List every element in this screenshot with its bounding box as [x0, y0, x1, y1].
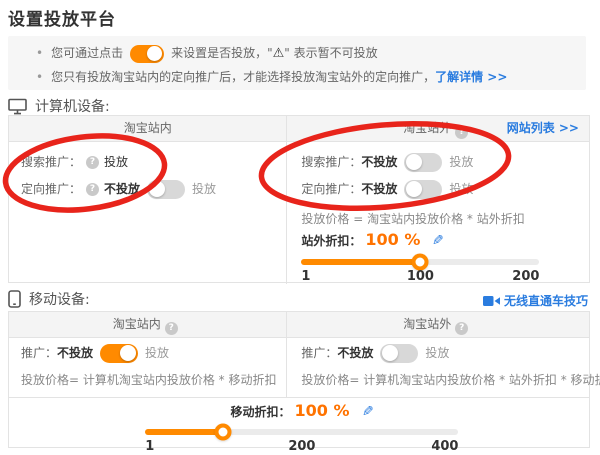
toggle-knob — [406, 154, 422, 170]
computer-outside-targeted-row: 定向推广：不投放投放 — [301, 179, 575, 199]
computer-inside-search-row: 搜索推广：投放 — [21, 152, 274, 172]
outside-price-formula: 投放价格 = 淘宝站内投放价格 * 站外折扣 — [301, 211, 575, 227]
computer-outside-targeted-toggle[interactable] — [404, 180, 442, 199]
notice-line-1: • 您可通过点击 来设置是否投放，"⚠" 表示暂不可投放 — [8, 41, 586, 65]
header-taobao-outside: 淘宝站外 网站列表 >> — [287, 116, 589, 141]
computer-inside-targeted-toggle[interactable] — [147, 180, 185, 199]
warning-icon: ⚠ — [273, 46, 285, 61]
page-title: 设置投放平台 — [8, 5, 116, 30]
mobile-table: 淘宝站内 淘宝站外 推广：不投放投放 投放价格= 计算机淘宝站内投放价格 * 移… — [8, 311, 590, 448]
mobile-discount-slider[interactable] — [145, 429, 458, 435]
slider-labels: 1 200 400 — [145, 439, 458, 455]
slider-labels: 1 100 200 — [301, 269, 539, 285]
help-icon[interactable] — [86, 183, 99, 196]
computer-outside-search-row: 搜索推广：不投放投放 — [301, 152, 575, 172]
search-state: 投放 — [104, 152, 128, 172]
computer-table-header: 淘宝站内 淘宝站外 网站列表 >> — [9, 116, 589, 142]
computer-outside-cell: 搜索推广：不投放投放 定向推广：不投放投放 投放价格 = 淘宝站内投放价格 * … — [287, 142, 589, 284]
bullet-icon: • — [36, 41, 43, 65]
targeted-state-off: 不投放 — [104, 179, 140, 199]
toggle-knob — [149, 181, 165, 197]
slider-fill — [145, 429, 223, 435]
targeted-state-on: 投放 — [192, 179, 216, 199]
header-taobao-inside: 淘宝站内 — [9, 116, 287, 141]
mobile-discount-band: 移动折扣：100 %✎ 1 200 400 — [9, 397, 589, 448]
mobile-inside-price-formula: 投放价格= 计算机淘宝站内投放价格 * 移动折扣 — [21, 372, 274, 388]
outside-discount-slider[interactable] — [301, 259, 539, 265]
notice-line-2: • 您只有投放淘宝站内的定向推广后，才能选择投放淘宝站外的定向推广，了解详情 >> — [8, 65, 586, 89]
toggle-knob — [406, 181, 422, 197]
toggle-example[interactable] — [130, 45, 164, 63]
outside-discount-value: 100 % — [365, 230, 420, 249]
outside-discount-line: 站外折扣：100 %✎ — [301, 229, 575, 251]
mobile-outside-price-formula: 投放价格= 计算机淘宝站内投放价格 * 站外折扣 * 移动折扣 — [301, 372, 600, 388]
notice-text: " 表示暂不可投放 — [284, 46, 377, 60]
notice-text: 来设置是否投放，" — [171, 46, 273, 60]
toggle-knob — [120, 345, 136, 361]
notice-box: • 您可通过点击 来设置是否投放，"⚠" 表示暂不可投放 • 您只有投放淘宝站内的定向… — [8, 36, 586, 90]
toggle-knob — [147, 46, 162, 61]
mobile-discount-line: 移动折扣：100 %✎ — [145, 400, 458, 422]
mobile-table-body: 推广：不投放投放 投放价格= 计算机淘宝站内投放价格 * 移动折扣 推广：不投放… — [9, 338, 589, 397]
computer-section-header: 计算机设备: — [8, 96, 110, 116]
help-icon[interactable] — [86, 156, 99, 169]
computer-inside-cell: 搜索推广：投放 定向推广：不投放投放 — [9, 142, 287, 284]
mobile-outside-promo-row: 推广：不投放投放 — [301, 343, 600, 363]
toggle-knob — [382, 345, 398, 361]
help-icon[interactable] — [455, 322, 468, 335]
help-icon[interactable] — [455, 126, 468, 139]
outside-discount-slider-wrap: 1 100 200 — [301, 259, 539, 285]
wireless-tips-link[interactable]: 无线直通车技巧 — [483, 292, 588, 309]
computer-table: 淘宝站内 淘宝站外 网站列表 >> 搜索推广：投放 定向推广：不投放投放 搜索推… — [8, 115, 590, 283]
edit-icon[interactable]: ✎ — [432, 230, 444, 252]
slider-fill — [301, 259, 419, 265]
mobile-inside-cell: 推广：不投放投放 投放价格= 计算机淘宝站内投放价格 * 移动折扣 — [9, 338, 287, 397]
edit-icon[interactable]: ✎ — [362, 401, 374, 423]
monitor-icon — [8, 98, 27, 115]
slider-thumb[interactable] — [215, 424, 232, 441]
mobile-outside-promo-toggle[interactable] — [380, 344, 418, 363]
phone-icon — [8, 290, 21, 308]
notice-text: 您只有投放淘宝站内的定向推广后，才能选择投放淘宝站外的定向推广， — [51, 70, 435, 84]
bullet-icon: • — [36, 65, 43, 89]
mobile-discount-value: 100 % — [295, 401, 350, 420]
computer-section-label: 计算机设备: — [35, 96, 110, 116]
mobile-section-label: 移动设备: — [29, 289, 90, 309]
mobile-table-header: 淘宝站内 淘宝站外 — [9, 312, 589, 338]
slider-thumb[interactable] — [411, 254, 428, 271]
learn-more-link[interactable]: 了解详情 >> — [435, 70, 507, 84]
mobile-inside-promo-toggle[interactable] — [100, 344, 138, 363]
site-list-link[interactable]: 网站列表 >> — [507, 116, 579, 141]
mobile-section-header: 移动设备: — [8, 289, 90, 309]
notice-text: 您可通过点击 — [51, 46, 123, 60]
header-taobao-inside: 淘宝站内 — [9, 312, 287, 337]
mobile-inside-promo-row: 推广：不投放投放 — [21, 343, 274, 363]
mobile-outside-cell: 推广：不投放投放 投放价格= 计算机淘宝站内投放价格 * 站外折扣 * 移动折扣 — [287, 338, 600, 397]
help-icon[interactable] — [165, 322, 178, 335]
computer-table-body: 搜索推广：投放 定向推广：不投放投放 搜索推广：不投放投放 定向推广：不投放投放… — [9, 142, 589, 284]
video-camera-icon — [483, 295, 500, 307]
header-taobao-outside: 淘宝站外 — [287, 312, 589, 337]
computer-inside-targeted-row: 定向推广：不投放投放 — [21, 179, 274, 199]
computer-outside-search-toggle[interactable] — [404, 153, 442, 172]
set-delivery-platform-page: 设置投放平台 • 您可通过点击 来设置是否投放，"⚠" 表示暂不可投放 • 您只有投放… — [0, 0, 600, 449]
